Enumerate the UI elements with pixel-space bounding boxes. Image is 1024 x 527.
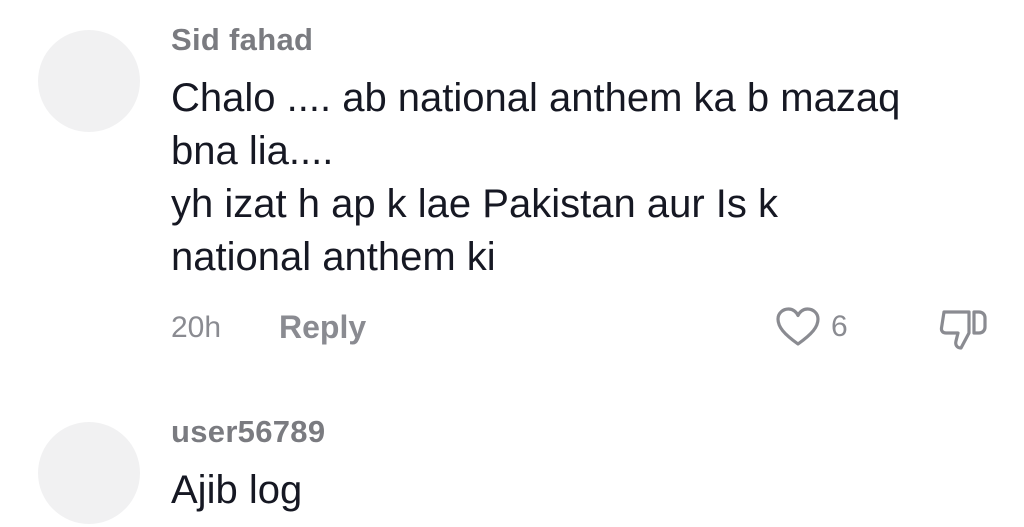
comment-text-line: bna lia....: [171, 129, 334, 173]
heart-outline-icon: [775, 306, 821, 348]
comment-text: Chalo .... ab national anthem ka b mazaq…: [171, 72, 991, 284]
comment-item: user56789 Ajib log: [0, 380, 1024, 527]
thumbs-down-icon: [938, 306, 990, 352]
comment-text: Ajib log: [171, 464, 991, 517]
like-button[interactable]: 6: [775, 306, 848, 348]
comment-text-line: yh izat h ap k lae Pakistan aur Is k: [171, 182, 778, 226]
comment-username[interactable]: Sid fahad: [171, 22, 313, 58]
reply-button[interactable]: Reply: [279, 309, 366, 346]
comment-text-line: Ajib log: [171, 468, 303, 512]
comment-username[interactable]: user56789: [171, 414, 325, 450]
comment-text-line: Chalo .... ab national anthem ka b mazaq: [171, 76, 901, 120]
comment-text-line: national anthem ki: [171, 235, 496, 279]
dislike-button[interactable]: [938, 306, 990, 352]
comment-timestamp: 20h: [171, 311, 222, 344]
like-count: 6: [831, 310, 848, 343]
avatar[interactable]: [38, 30, 140, 132]
comment-item: Sid fahad Chalo .... ab national anthem …: [0, 0, 1024, 380]
avatar[interactable]: [38, 422, 140, 524]
